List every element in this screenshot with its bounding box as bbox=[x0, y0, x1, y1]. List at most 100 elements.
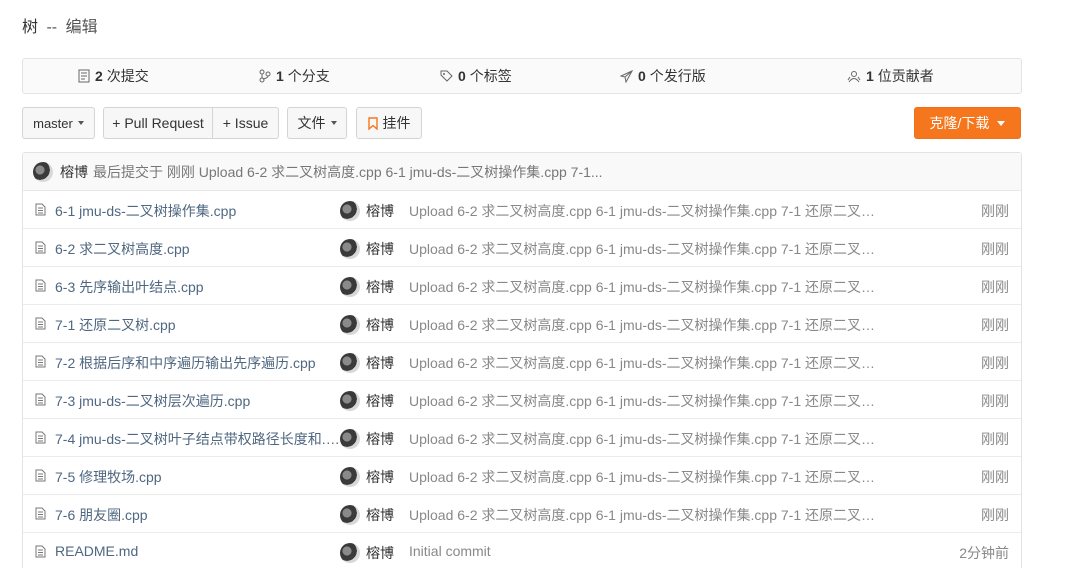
file-rows: 6-1 jmu-ds-二叉树操作集.cpp 榕博 Upload 6-2 求二叉树高度… bbox=[23, 191, 1021, 568]
commit-author[interactable]: 榕博 bbox=[366, 505, 394, 525]
avatar[interactable] bbox=[33, 161, 53, 182]
commit-author[interactable]: 榕博 bbox=[366, 201, 394, 221]
file-name-link[interactable]: 7-5 修理牧场.cpp bbox=[55, 467, 340, 487]
issue-button[interactable]: + Issue bbox=[213, 108, 278, 138]
file-name-link[interactable]: README.md bbox=[55, 543, 340, 559]
file-icon bbox=[35, 279, 46, 292]
file-name-link[interactable]: 6-2 求二叉树高度.cpp bbox=[55, 239, 340, 259]
commit-message-link[interactable]: Upload 6-2 求二叉树高度.cpp 6-1 jmu-ds-二叉树操作集.… bbox=[409, 315, 879, 335]
commit-time: 刚刚 bbox=[981, 393, 1009, 409]
repo-name[interactable]: 树 bbox=[22, 19, 38, 36]
commit-time: 刚刚 bbox=[981, 279, 1009, 295]
branch-select-label: master bbox=[33, 115, 73, 131]
avatar[interactable] bbox=[340, 391, 360, 411]
stat-commits[interactable]: 2 次提交 bbox=[78, 59, 149, 93]
avatar[interactable] bbox=[340, 353, 360, 373]
file-row: 6-3 先序输出叶结点.cpp 榕博 Upload 6-2 求二叉树高度.cpp 6… bbox=[23, 267, 1021, 305]
commit-message-link[interactable]: Upload 6-2 求二叉树高度.cpp 6-1 jmu-ds-二叉树操作集.… bbox=[409, 353, 879, 373]
file-name-link[interactable]: 6-3 先序输出叶结点.cpp bbox=[55, 277, 340, 297]
contributors-icon bbox=[847, 70, 861, 82]
commit-author[interactable]: 榕博 bbox=[366, 277, 394, 297]
commits-icon bbox=[78, 69, 90, 83]
latest-commit-message[interactable]: 最后提交于 刚刚 Upload 6-2 求二叉树高度.cpp 6-1 jmu-d… bbox=[93, 162, 603, 182]
commit-author[interactable]: 榕博 bbox=[366, 467, 394, 487]
file-icon bbox=[35, 355, 46, 368]
commit-message-link[interactable]: Upload 6-2 求二叉树高度.cpp 6-1 jmu-ds-二叉树操作集.… bbox=[409, 239, 879, 259]
commit-author[interactable]: 榕博 bbox=[366, 391, 394, 411]
commit-time: 刚刚 bbox=[981, 203, 1009, 219]
file-icon bbox=[35, 317, 46, 330]
commit-message-link[interactable]: Upload 6-2 求二叉树高度.cpp 6-1 jmu-ds-二叉树操作集.… bbox=[409, 467, 879, 487]
chevron-down-icon bbox=[330, 121, 337, 125]
latest-commit-author[interactable]: 榕博 bbox=[60, 162, 88, 182]
bookmark-icon bbox=[367, 116, 378, 130]
mount-button-label: 挂件 bbox=[382, 115, 411, 131]
release-icon bbox=[620, 69, 633, 83]
title-separator: -- bbox=[46, 19, 58, 36]
stat-commits-count: 2 bbox=[95, 68, 103, 84]
avatar[interactable] bbox=[340, 543, 360, 563]
stat-releases[interactable]: 0 个发行版 bbox=[620, 59, 706, 93]
commit-author[interactable]: 榕博 bbox=[366, 429, 394, 449]
file-row: 6-1 jmu-ds-二叉树操作集.cpp 榕博 Upload 6-2 求二叉树高度… bbox=[23, 191, 1021, 229]
file-name-link[interactable]: 7-6 朋友圈.cpp bbox=[55, 505, 340, 525]
avatar[interactable] bbox=[340, 201, 360, 221]
file-row: 7-3 jmu-ds-二叉树层次遍历.cpp 榕博 Upload 6-2 求二叉树高… bbox=[23, 381, 1021, 419]
commit-time: 刚刚 bbox=[981, 355, 1009, 371]
page-title: 树 -- 编辑 bbox=[22, 13, 98, 37]
chevron-down-icon bbox=[77, 121, 84, 125]
avatar[interactable] bbox=[340, 429, 360, 449]
stat-branches-count: 1 bbox=[276, 68, 284, 84]
pr-issue-group: + Pull Request + Issue bbox=[103, 107, 279, 139]
avatar[interactable] bbox=[340, 505, 360, 525]
file-icon bbox=[35, 431, 46, 444]
file-icon bbox=[35, 507, 46, 520]
file-icon bbox=[35, 469, 46, 482]
file-icon bbox=[35, 241, 46, 254]
commit-message-link[interactable]: Upload 6-2 求二叉树高度.cpp 6-1 jmu-ds-二叉树操作集.… bbox=[409, 505, 879, 525]
commit-author[interactable]: 榕博 bbox=[366, 315, 394, 335]
file-name-link[interactable]: 7-4 jmu-ds-二叉树叶子结点带权路径长度和.cpp bbox=[55, 429, 340, 449]
pull-request-button[interactable]: + Pull Request bbox=[104, 108, 213, 138]
avatar[interactable] bbox=[340, 239, 360, 259]
file-name-link[interactable]: 7-1 还原二叉树.cpp bbox=[55, 315, 340, 335]
file-row: 7-5 修理牧场.cpp 榕博 Upload 6-2 求二叉树高度.cpp 6-1 … bbox=[23, 457, 1021, 495]
clone-download-button[interactable]: 克隆/下载 bbox=[914, 107, 1021, 139]
file-row: 6-2 求二叉树高度.cpp 榕博 Upload 6-2 求二叉树高度.cpp 6-… bbox=[23, 229, 1021, 267]
stat-branches[interactable]: 1 个分支 bbox=[259, 59, 330, 93]
stat-tags-label: 个标签 bbox=[469, 68, 512, 84]
commit-message-link[interactable]: Upload 6-2 求二叉树高度.cpp 6-1 jmu-ds-二叉树操作集.… bbox=[409, 201, 879, 221]
file-name-link[interactable]: 7-3 jmu-ds-二叉树层次遍历.cpp bbox=[55, 391, 340, 411]
stat-tags[interactable]: 0 个标签 bbox=[440, 59, 512, 93]
avatar[interactable] bbox=[340, 315, 360, 335]
file-name-link[interactable]: 6-1 jmu-ds-二叉树操作集.cpp bbox=[55, 201, 340, 221]
branch-select[interactable]: master bbox=[22, 107, 95, 139]
file-icon bbox=[35, 203, 46, 216]
file-row: 7-2 根据后序和中序遍历输出先序遍历.cpp 榕博 Upload 6-2 求二叉树… bbox=[23, 343, 1021, 381]
file-name-link[interactable]: 7-2 根据后序和中序遍历输出先序遍历.cpp bbox=[55, 353, 340, 373]
commit-time: 刚刚 bbox=[981, 317, 1009, 333]
commit-time: 刚刚 bbox=[981, 241, 1009, 257]
commit-message-link[interactable]: Upload 6-2 求二叉树高度.cpp 6-1 jmu-ds-二叉树操作集.… bbox=[409, 277, 879, 297]
commit-author[interactable]: 榕博 bbox=[366, 353, 394, 373]
commit-time: 2分钟前 bbox=[959, 545, 1009, 561]
file-icon bbox=[35, 545, 46, 558]
stat-releases-count: 0 bbox=[638, 68, 646, 84]
avatar[interactable] bbox=[340, 277, 360, 297]
stat-tags-count: 0 bbox=[458, 68, 466, 84]
commit-author[interactable]: 榕博 bbox=[366, 543, 394, 563]
mount-button[interactable]: 挂件 bbox=[356, 107, 422, 139]
file-menu-button[interactable]: 文件 bbox=[287, 107, 347, 139]
stat-contributors-count: 1 bbox=[866, 68, 874, 84]
file-list: 榕博 最后提交于 刚刚 Upload 6-2 求二叉树高度.cpp 6-1 jm… bbox=[22, 152, 1022, 568]
file-row: 7-1 还原二叉树.cpp 榕博 Upload 6-2 求二叉树高度.cpp 6-1… bbox=[23, 305, 1021, 343]
commit-message-link[interactable]: Upload 6-2 求二叉树高度.cpp 6-1 jmu-ds-二叉树操作集.… bbox=[409, 391, 879, 411]
commit-author[interactable]: 榕博 bbox=[366, 239, 394, 259]
commit-message-link[interactable]: Upload 6-2 求二叉树高度.cpp 6-1 jmu-ds-二叉树操作集.… bbox=[409, 429, 879, 449]
file-icon bbox=[35, 393, 46, 406]
avatar[interactable] bbox=[340, 467, 360, 487]
stat-contributors[interactable]: 1 位贡献者 bbox=[847, 59, 934, 93]
file-row: README.md 榕博 Initial commit 2分钟前 bbox=[23, 533, 1021, 568]
commit-message-link[interactable]: Initial commit bbox=[409, 543, 879, 559]
commit-time: 刚刚 bbox=[981, 507, 1009, 523]
